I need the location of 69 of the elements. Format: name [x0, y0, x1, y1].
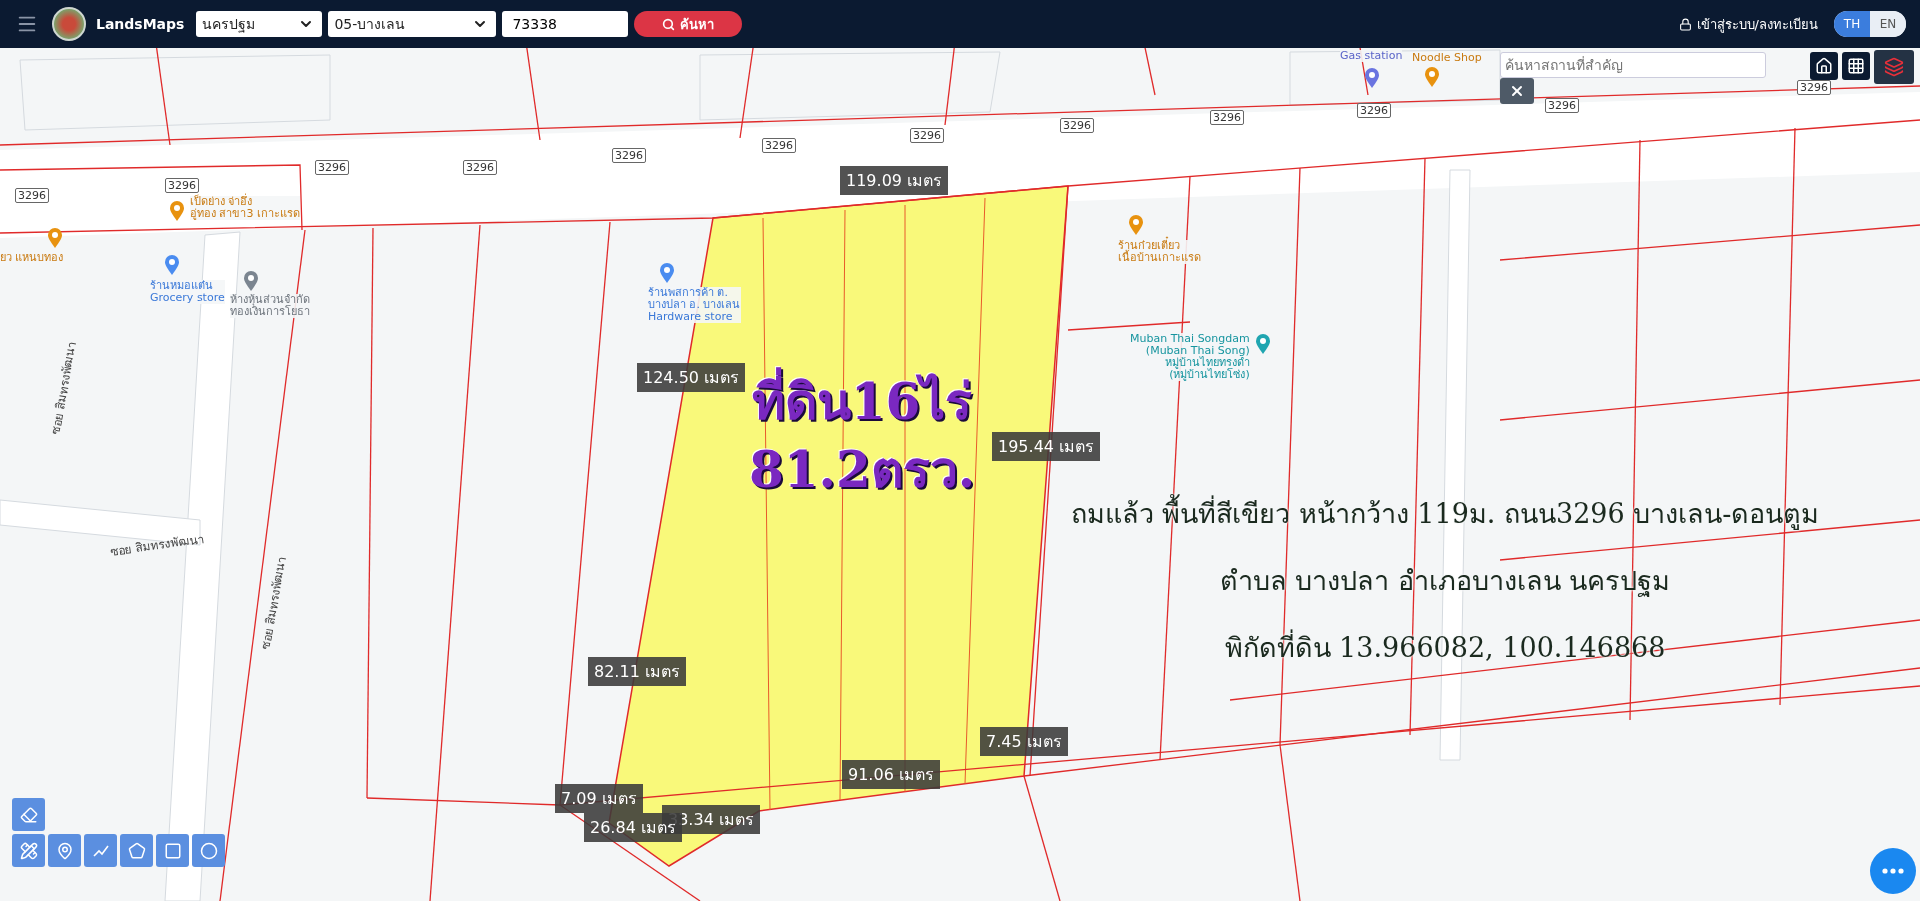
- distance-label: 124.50 เมตร: [637, 363, 746, 392]
- pin-button[interactable]: [48, 834, 81, 867]
- circle-icon: [199, 841, 218, 860]
- plot-area-text: 81.2ตรว.: [748, 439, 976, 501]
- road-number-label: 3296: [910, 128, 944, 143]
- road-number-label: 3296: [165, 178, 199, 193]
- login-link[interactable]: เข้าสู่ระบบ/ลงทะเบียน: [1678, 13, 1818, 35]
- parcel-number-field[interactable]: 73338: [502, 11, 629, 37]
- language-toggle[interactable]: TH: [1834, 11, 1870, 37]
- place-label: ห้างหุ้นส่วนจำกัด ทองเงินการโยธา: [230, 294, 310, 318]
- map-pin-icon[interactable]: [47, 227, 63, 249]
- distance-label: 119.09 เมตร: [840, 166, 949, 195]
- more-icon: [1882, 868, 1904, 874]
- road-number-label: 3296: [1060, 118, 1094, 133]
- map-pin-icon[interactable]: [1255, 333, 1271, 355]
- close-button[interactable]: [1500, 78, 1534, 104]
- grid-icon: [1847, 57, 1865, 75]
- map-pin-icon: [55, 841, 74, 860]
- close-icon: [1509, 83, 1525, 99]
- province-select[interactable]: นครปฐม: [196, 11, 323, 37]
- place-label: Gas station: [1340, 50, 1403, 62]
- square-icon: [163, 841, 182, 860]
- road-number-label: 3296: [1210, 110, 1244, 125]
- map-pin-icon[interactable]: [1364, 67, 1380, 89]
- distance-label: 91.06 เมตร: [842, 760, 940, 789]
- road-number-label: 3296: [463, 160, 497, 175]
- ruler-pencil-button[interactable]: [12, 834, 45, 867]
- eraser-icon: [19, 805, 38, 824]
- road-number-label: 3296: [1545, 98, 1579, 113]
- place-search-field[interactable]: ค้นหาสถานที่สำคัญ: [1500, 52, 1766, 78]
- pencil-ruler-icon: [19, 841, 38, 860]
- pentagon-icon: [127, 841, 146, 860]
- distance-label: 82.11 เมตร: [588, 657, 686, 686]
- map-pin-icon[interactable]: [243, 270, 259, 292]
- place-label: ร้านหมอแต๋น Grocery store: [150, 280, 225, 304]
- layers-icon: [1884, 57, 1904, 77]
- place-label: ยว แหนบทอง: [0, 252, 64, 264]
- road-number-label: 3296: [1797, 80, 1831, 95]
- search-icon: [662, 17, 676, 31]
- map-pin-icon[interactable]: [1424, 66, 1440, 88]
- road-number-label: 3296: [15, 188, 49, 203]
- distance-label: 7.09 เมตร: [555, 784, 643, 813]
- logo-icon: [52, 7, 86, 41]
- street-label: ซอย สิมทรงพัฒนา: [108, 530, 206, 561]
- place-label: ร้านพสการค้า ต. บางปลา อ. บางเลน Hardware store: [648, 287, 741, 323]
- road-number-label: 3296: [762, 138, 796, 153]
- circle-button[interactable]: [192, 834, 225, 867]
- map-pin-icon[interactable]: [1128, 214, 1144, 236]
- lock-icon: [1678, 17, 1692, 31]
- road-number-label: 3296: [1357, 103, 1391, 118]
- home-icon: [1815, 57, 1833, 75]
- distance-label: 7.45 เมตร: [980, 727, 1068, 756]
- eraser-button[interactable]: [12, 798, 45, 831]
- rectangle-button[interactable]: [156, 834, 189, 867]
- home-button[interactable]: [1810, 52, 1838, 80]
- map-pin-icon[interactable]: [164, 254, 180, 276]
- district-select[interactable]: 05-บางเลน: [328, 11, 497, 37]
- road-number-label: 3296: [315, 160, 349, 175]
- map-pin-icon[interactable]: [169, 200, 185, 222]
- map-pin-icon[interactable]: [659, 262, 675, 284]
- polygon-button[interactable]: [120, 834, 153, 867]
- road-number-label: 3296: [612, 148, 646, 163]
- brand-name: LandsMaps: [96, 16, 185, 32]
- grid-button[interactable]: [1842, 52, 1870, 80]
- polyline-button[interactable]: [84, 834, 117, 867]
- place-label: Muban Thai Songdam (Muban Thai Song) หมู่บ้านไทยทรงดำ (หมู่บ้านไทยโซ่ง): [1130, 333, 1250, 381]
- place-label: Noodle Shop: [1412, 52, 1482, 64]
- distance-label: 195.44 เมตร: [992, 432, 1101, 461]
- search-button[interactable]: ค้นหา: [634, 11, 743, 37]
